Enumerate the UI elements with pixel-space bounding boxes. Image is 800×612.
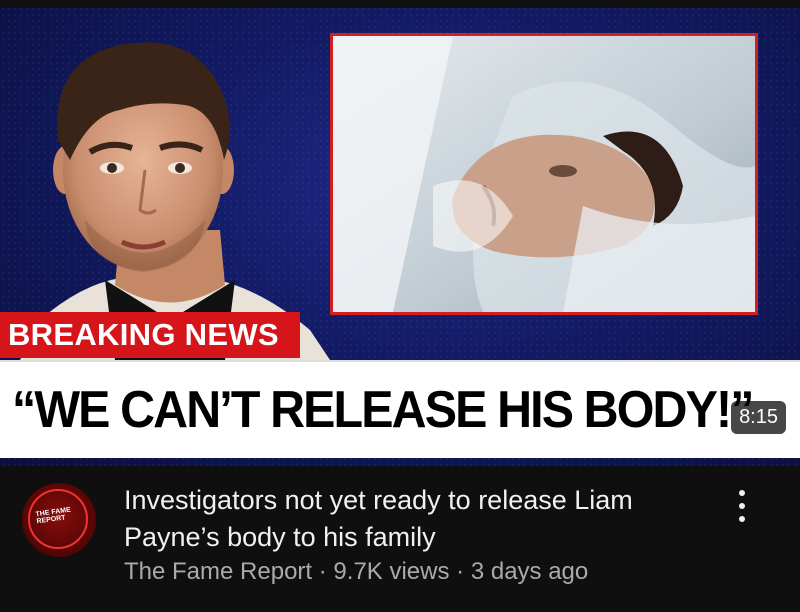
upload-age: 3 days ago [470,558,589,585]
meta-separator: · [318,558,327,585]
inset-photo [330,33,758,315]
dot [739,516,745,522]
channel-name[interactable]: The Fame Report [124,558,312,585]
meta-separator: · [456,558,465,585]
body-bag-image [333,36,755,312]
video-thumbnail[interactable]: BREAKING NEWS “WE CAN’T RELEASE HIS BODY… [0,0,800,466]
breaking-news-label: BREAKING NEWS [0,312,300,358]
top-strip [0,0,800,8]
video-title[interactable]: Investigators not yet ready to release L… [124,482,684,556]
video-duration-badge: 8:15 [731,401,786,434]
dot [739,503,745,509]
dot [739,490,745,496]
video-meta: The Fame Report · 9.7K views · 3 days ag… [124,558,588,586]
channel-avatar[interactable]: THE FAME REPORT [22,483,96,557]
headline-text: “WE CAN’T RELEASE HIS BODY!” [12,381,754,439]
more-vert-icon[interactable] [730,490,754,530]
man-portrait-image [20,42,330,360]
view-count: 9.7K views [333,558,450,585]
